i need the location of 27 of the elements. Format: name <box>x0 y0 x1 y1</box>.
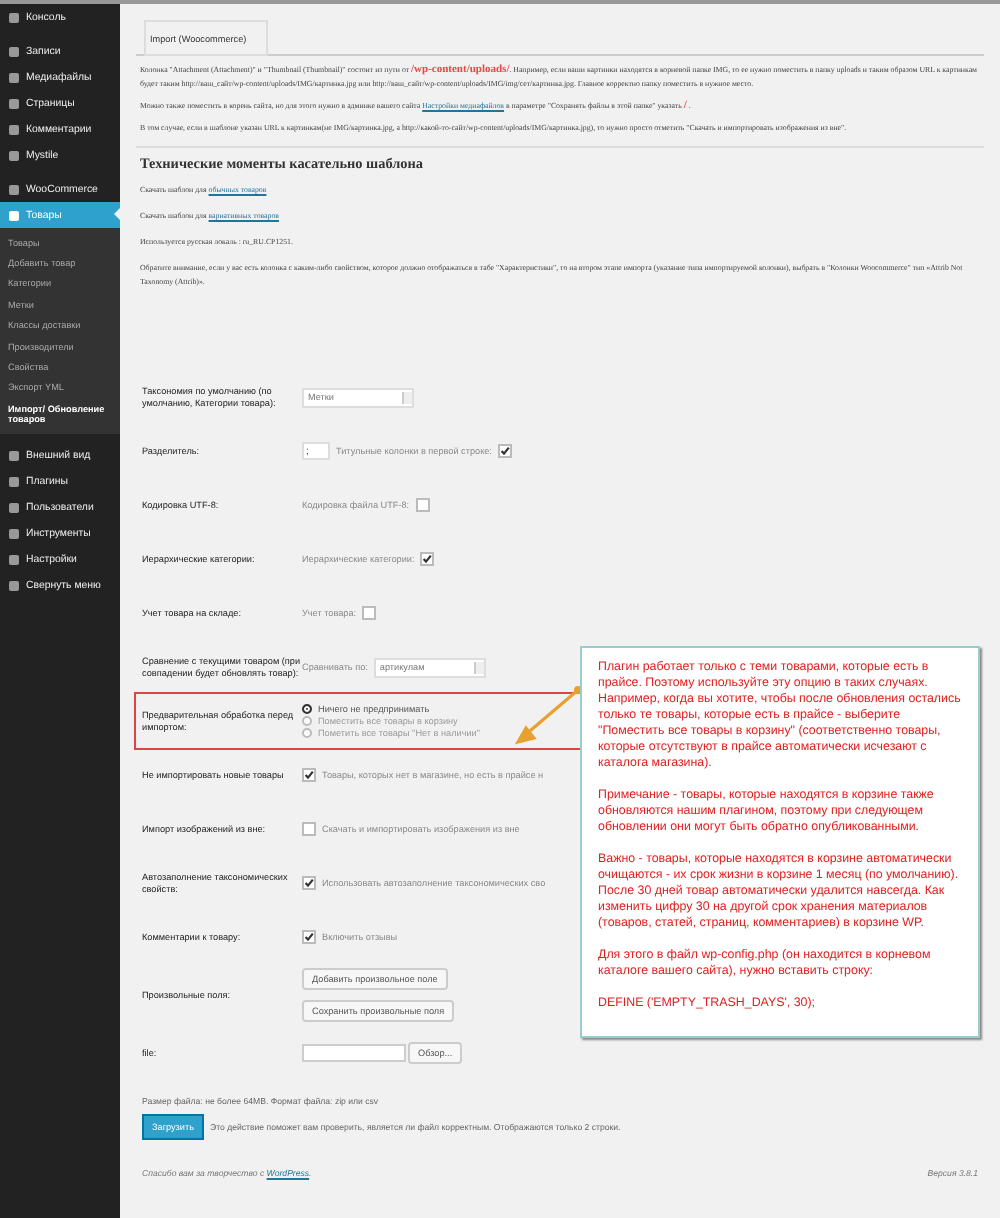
square-icon <box>8 11 20 23</box>
checkbox[interactable] <box>302 930 316 944</box>
square-icon <box>8 209 20 221</box>
checkbox[interactable] <box>362 606 377 620</box>
radio-button[interactable] <box>302 728 312 738</box>
checkbox[interactable] <box>302 876 316 890</box>
square-icon <box>8 501 20 514</box>
radio-button[interactable] <box>302 704 312 714</box>
square-icon <box>8 123 20 135</box>
square-icon <box>8 71 20 83</box>
square-icon <box>8 183 20 195</box>
checkbox[interactable] <box>302 822 316 836</box>
radio-button[interactable] <box>302 716 312 726</box>
square-icon <box>8 553 20 566</box>
square-icon <box>8 449 20 462</box>
square-icon <box>8 527 20 540</box>
square-icon <box>8 45 20 57</box>
checkbox[interactable] <box>415 498 430 512</box>
square-icon <box>8 97 20 109</box>
checkbox[interactable] <box>302 768 316 782</box>
file-field[interactable] <box>302 1044 406 1062</box>
checkbox[interactable] <box>420 552 435 566</box>
checkbox[interactable] <box>497 444 512 458</box>
arrow-icon <box>512 684 584 748</box>
square-icon <box>8 149 20 161</box>
square-icon <box>8 579 20 592</box>
square-icon <box>8 475 20 488</box>
